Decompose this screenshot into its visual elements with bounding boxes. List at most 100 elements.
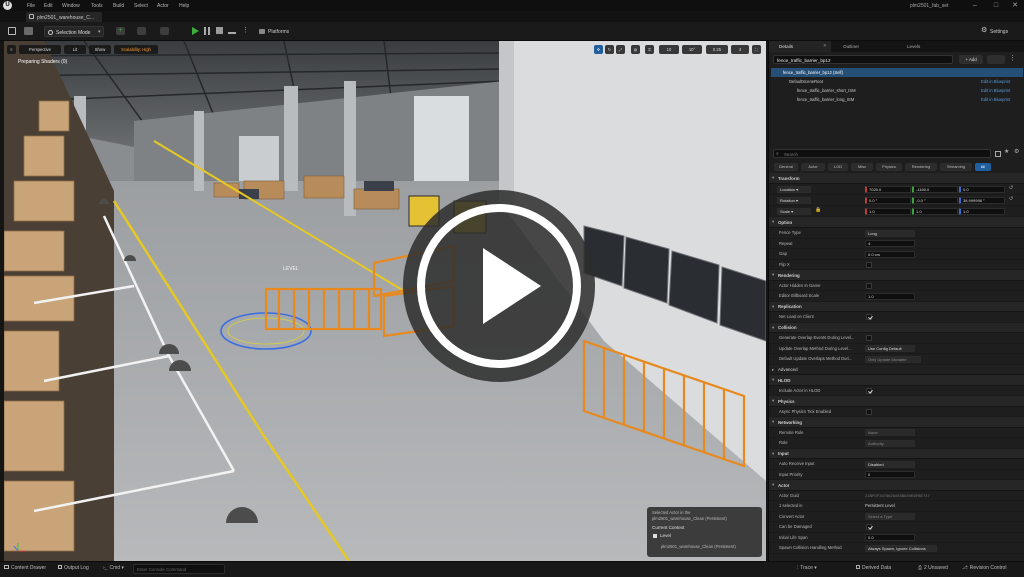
close-icon[interactable]: ✕ (1008, 0, 1022, 11)
input-priority-field[interactable]: 0 (865, 471, 915, 478)
rotation-x-field[interactable]: 0.0 ° (865, 196, 911, 204)
menu-build[interactable]: Build (113, 3, 124, 9)
rotation-dropdown[interactable]: Rotation ▾ (777, 196, 811, 204)
update-method-dropdown[interactable]: Use Config Default (865, 345, 915, 352)
eject-icon[interactable] (228, 27, 236, 34)
menu-select[interactable]: Select (134, 3, 148, 9)
selection-mode-dropdown[interactable]: Selection Mode ▾ (44, 26, 104, 37)
remote-role-dropdown[interactable]: None (865, 429, 915, 436)
level-viewport[interactable]: LEVEL ≡ Perspective Lit Show Scalability… (4, 41, 766, 561)
tab-levels[interactable]: Levels (897, 41, 959, 52)
maximize-viewport-icon[interactable]: ⛶ (752, 45, 761, 54)
life-span-field[interactable]: 0.0 (865, 534, 915, 541)
play-video-button[interactable] (403, 190, 595, 382)
gear-icon[interactable]: ⚙ (1014, 148, 1019, 155)
tab-details[interactable]: Details ✕ (769, 41, 831, 52)
menu-window[interactable]: Window (62, 3, 80, 9)
details-search-field[interactable]: ⌕ Search (773, 149, 991, 158)
trace-button[interactable]: ⫶ Trace ▾ (797, 565, 817, 571)
async-physics-checkbox[interactable] (866, 408, 872, 415)
star-icon[interactable]: ★ (1004, 148, 1009, 155)
camera-speed-button[interactable]: 4 (731, 45, 749, 54)
cmd-dropdown[interactable]: ›_ Cmd ▾ (103, 565, 124, 571)
world-space-icon[interactable]: ◍ (631, 45, 640, 54)
menu-file[interactable]: File (27, 3, 35, 9)
actor-name-field[interactable]: fence_traffic_barrier_bp12 (773, 55, 953, 64)
step-icon[interactable] (204, 27, 210, 35)
filter-rendering[interactable]: Rendering (905, 163, 937, 171)
content-icon[interactable] (24, 27, 33, 35)
scale-dropdown[interactable]: Scale ▾ (777, 207, 811, 215)
default-method-dropdown[interactable]: Only Update Movable (865, 355, 921, 363)
section-networking[interactable]: ▾ Networking (769, 417, 1024, 428)
play-options-icon[interactable]: ⋮ (242, 26, 249, 34)
close-icon[interactable]: ✕ (823, 43, 827, 49)
spawn-collision-dropdown[interactable]: Always Spawn, Ignore Collisions (865, 544, 937, 552)
filter-physics[interactable]: Physics (876, 163, 902, 171)
surface-snap-icon[interactable]: ⌗ (645, 45, 654, 54)
output-log-button[interactable]: Output Log (58, 565, 89, 571)
scale-x-field[interactable]: 1.0 (865, 207, 911, 215)
section-rendering[interactable]: ▾ Rendering (769, 270, 1024, 281)
net-load-checkbox[interactable] (866, 314, 872, 320)
stop-icon[interactable] (216, 27, 223, 34)
content-drawer-button[interactable]: Content Drawer (4, 565, 46, 571)
section-replication[interactable]: ▾ Replication (769, 301, 1024, 312)
derived-data-button[interactable]: Derived Data (856, 565, 891, 571)
edit-blueprint-link[interactable]: Edit in Blueprint (981, 97, 1010, 102)
menu-edit[interactable]: Edit (44, 3, 53, 9)
filter-misc[interactable]: Misc (851, 163, 873, 171)
perspective-button[interactable]: Perspective (19, 45, 61, 54)
revision-control-button[interactable]: ⎇ Revision Control (962, 565, 1006, 571)
component-row[interactable]: fence_traffic_barrier_long_ISM Edit in B… (771, 95, 1023, 104)
details-menu-icon[interactable]: ⋮ (1009, 54, 1016, 62)
settings-button[interactable]: ⚙ Settings (980, 26, 1020, 37)
section-transform[interactable]: ▾ Transform (769, 173, 1024, 184)
add-component-button[interactable]: + Add (959, 55, 983, 64)
grid-snap-button[interactable]: 10 (659, 45, 679, 54)
hlod-checkbox[interactable] (866, 387, 872, 394)
section-input[interactable]: ▾ Input (769, 448, 1024, 459)
section-collision[interactable]: ▾ Collision (769, 322, 1024, 333)
filter-general[interactable]: General (774, 163, 798, 171)
translate-tool-icon[interactable]: ✥ (594, 45, 603, 54)
minimize-icon[interactable]: – (968, 0, 982, 11)
save-icon[interactable] (8, 27, 16, 35)
section-physics[interactable]: ▾ Physics (769, 396, 1024, 407)
viewport-options-button[interactable]: ≡ (7, 45, 16, 54)
can-be-damaged-checkbox[interactable] (866, 524, 872, 530)
auto-receive-dropdown[interactable]: Disabled (865, 460, 915, 468)
level-tab[interactable]: plm2501_warehouse_C... (26, 12, 102, 22)
play-icon[interactable] (192, 27, 199, 35)
fence-type-dropdown[interactable]: Long (865, 229, 915, 237)
section-option[interactable]: ▾ Option (769, 217, 1024, 228)
menu-help[interactable]: Help (179, 3, 189, 9)
rotation-z-field[interactable]: 38.999998 ° (959, 196, 1005, 204)
location-x-field[interactable]: 7025.0 (865, 185, 911, 193)
filter-lod[interactable]: LOD (828, 163, 848, 171)
cinematics-icon[interactable] (160, 27, 169, 35)
gen-overlap-checkbox[interactable] (866, 335, 872, 341)
scale-y-field[interactable]: 1.0 (912, 207, 958, 215)
section-hlod[interactable]: ▾ HLOD (769, 375, 1024, 386)
filter-streaming[interactable]: Streaming (940, 163, 972, 171)
scalability-button[interactable]: Scalability: High (114, 45, 158, 54)
platforms-dropdown[interactable]: Platforms (257, 26, 303, 37)
rotation-snap-button[interactable]: 10° (682, 45, 702, 54)
lock-icon[interactable]: 🔒 (815, 207, 821, 213)
tab-outliner[interactable]: Outliner (833, 41, 895, 52)
hidden-checkbox[interactable] (866, 282, 872, 289)
reset-icon[interactable]: ↺ (1009, 196, 1013, 202)
menu-actor[interactable]: Actor (157, 3, 169, 9)
rotation-y-field[interactable]: -0.0 ° (912, 196, 958, 204)
reset-icon[interactable]: ↺ (1009, 185, 1013, 191)
scale-z-field[interactable]: 1.0 (959, 207, 1005, 215)
unsaved-button[interactable]: ⎙ 2 Unsaved (918, 565, 948, 571)
scale-snap-button[interactable]: 0.25 (706, 45, 728, 54)
add-content-icon[interactable]: + (116, 27, 125, 35)
rotate-tool-icon[interactable]: ↻ (605, 45, 614, 54)
lit-button[interactable]: Lit (64, 45, 86, 54)
blueprint-options-icon[interactable] (987, 55, 1005, 64)
unreal-engine-logo-icon[interactable]: U (3, 1, 12, 10)
console-input[interactable]: Enter Console Command (133, 564, 225, 574)
